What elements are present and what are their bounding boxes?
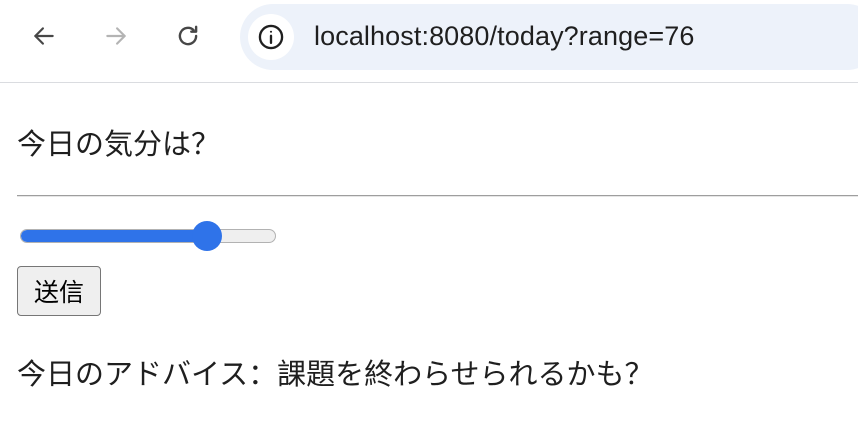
url-text[interactable]: localhost:8080/today?range=76 — [314, 21, 694, 52]
mood-question: 今日の気分は？ — [17, 127, 221, 161]
submit-button[interactable]: 送信 — [17, 266, 101, 316]
slider-fill — [21, 230, 208, 242]
address-bar[interactable]: localhost:8080/today?range=76 — [240, 4, 858, 70]
arrow-right-icon — [106, 27, 126, 45]
forward-button[interactable] — [96, 16, 136, 56]
site-info-button[interactable] — [248, 14, 294, 60]
info-circle-icon — [258, 24, 284, 50]
slider-thumb[interactable] — [191, 221, 222, 251]
reload-icon — [178, 25, 198, 46]
slider-track[interactable] — [20, 229, 276, 243]
reload-button[interactable] — [168, 16, 208, 56]
page-content: 今日の気分は？ 送信 今日のアドバイス：課題を終わらせられるかも？ — [0, 83, 858, 428]
divider — [17, 195, 858, 197]
mood-slider[interactable] — [20, 221, 278, 251]
back-button[interactable] — [24, 16, 64, 56]
advice-text: 今日のアドバイス：課題を終わらせられるかも？ — [17, 357, 654, 391]
arrow-left-icon — [34, 27, 54, 45]
browser-toolbar: localhost:8080/today?range=76 — [0, 0, 858, 83]
